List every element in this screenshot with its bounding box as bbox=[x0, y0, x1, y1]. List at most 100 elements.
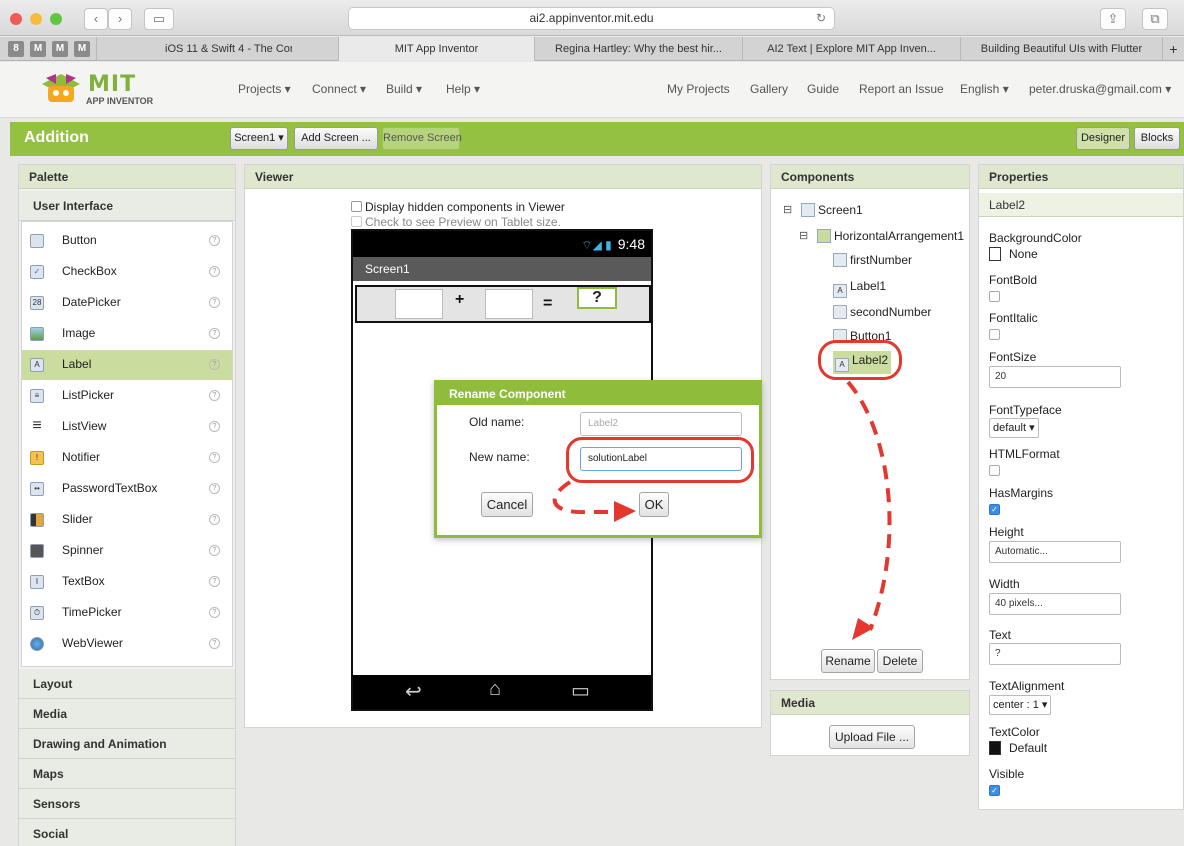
help-icon[interactable]: ? bbox=[209, 545, 220, 556]
designer-button[interactable]: Designer bbox=[1076, 127, 1130, 150]
link-gallery[interactable]: Gallery bbox=[750, 82, 788, 96]
font-italic-checkbox[interactable] bbox=[989, 329, 1000, 340]
palette-section-layout[interactable]: Layout bbox=[19, 669, 235, 699]
new-tab-button[interactable]: + bbox=[1162, 37, 1184, 61]
palette-section-media[interactable]: Media bbox=[19, 699, 235, 729]
tree-node-second-number[interactable]: secondNumber bbox=[833, 305, 931, 319]
equals-button-preview[interactable]: = bbox=[543, 295, 552, 313]
help-icon[interactable]: ? bbox=[209, 266, 220, 277]
menu-projects[interactable]: Projects ▾ bbox=[238, 82, 291, 96]
help-icon[interactable]: ? bbox=[209, 514, 220, 525]
forward-button[interactable]: › bbox=[108, 8, 132, 30]
help-icon[interactable]: ? bbox=[209, 607, 220, 618]
width-input[interactable]: 40 pixels... bbox=[989, 593, 1121, 615]
label2-preview[interactable]: ? bbox=[577, 287, 617, 309]
palette-section-drawing-animation[interactable]: Drawing and Animation bbox=[19, 729, 235, 759]
help-icon[interactable]: ? bbox=[209, 235, 220, 246]
html-format-checkbox[interactable] bbox=[989, 465, 1000, 476]
checkbox-box[interactable] bbox=[351, 201, 362, 212]
palette-section-maps[interactable]: Maps bbox=[19, 759, 235, 789]
help-icon[interactable]: ? bbox=[209, 328, 220, 339]
font-size-input[interactable]: 20 bbox=[989, 366, 1121, 388]
add-screen-button[interactable]: Add Screen ... bbox=[294, 127, 378, 150]
remove-screen-button[interactable]: Remove Screen bbox=[382, 127, 462, 150]
help-icon[interactable]: ? bbox=[209, 359, 220, 370]
palette-section-user-interface[interactable]: User Interface bbox=[19, 191, 235, 221]
blocks-button[interactable]: Blocks bbox=[1134, 127, 1180, 150]
palette-item-timepicker[interactable]: ⏱ TimePicker ? bbox=[22, 598, 232, 628]
address-bar[interactable]: ai2.appinventor.mit.edu ↻ bbox=[348, 7, 835, 30]
help-icon[interactable]: ? bbox=[209, 421, 220, 432]
font-typeface-select[interactable]: default ▾ bbox=[989, 418, 1039, 438]
text-alignment-select[interactable]: center : 1 ▾ bbox=[989, 695, 1052, 715]
help-icon[interactable]: ? bbox=[209, 452, 220, 463]
palette-item-spinner[interactable]: Spinner ? bbox=[22, 536, 232, 566]
upload-file-button[interactable]: Upload File ... bbox=[829, 725, 915, 749]
palette-item-label[interactable]: A Label ? bbox=[22, 350, 232, 380]
tablet-preview-checkbox[interactable]: Check to see Preview on Tablet size. bbox=[351, 215, 561, 229]
background-color-value[interactable]: None bbox=[1009, 247, 1038, 261]
delete-button[interactable]: Delete bbox=[877, 649, 923, 673]
reload-icon[interactable]: ↻ bbox=[816, 8, 826, 29]
help-icon[interactable]: ? bbox=[209, 576, 220, 587]
language-menu[interactable]: English ▾ bbox=[960, 82, 1009, 96]
mit-app-inventor-logo[interactable]: MIT APP INVENTOR bbox=[40, 70, 170, 110]
palette-item-webviewer[interactable]: WebViewer ? bbox=[22, 629, 232, 659]
background-color-swatch[interactable] bbox=[989, 247, 1001, 261]
rename-button[interactable]: Rename bbox=[821, 649, 875, 673]
display-hidden-checkbox[interactable]: Display hidden components in Viewer bbox=[351, 200, 565, 214]
help-icon[interactable]: ? bbox=[209, 483, 220, 494]
first-number-textbox-preview[interactable] bbox=[395, 289, 443, 319]
collapse-screen1-icon[interactable]: ⊟ bbox=[783, 203, 792, 216]
back-button[interactable]: ‹ bbox=[84, 8, 108, 30]
cancel-button[interactable]: Cancel bbox=[481, 492, 533, 517]
link-my-projects[interactable]: My Projects bbox=[667, 82, 730, 96]
plus-label-preview[interactable]: + bbox=[455, 291, 464, 309]
tab-flutter[interactable]: Building Beautiful UIs with Flutter bbox=[960, 37, 1162, 61]
tab-regina-hartley[interactable]: Regina Hartley: Why the best hir... bbox=[534, 37, 742, 61]
palette-section-social[interactable]: Social bbox=[19, 819, 235, 846]
palette-section-sensors[interactable]: Sensors bbox=[19, 789, 235, 819]
visible-checkbox[interactable]: ✓ bbox=[989, 785, 1000, 796]
height-input[interactable]: Automatic... bbox=[989, 541, 1121, 563]
ok-button[interactable]: OK bbox=[639, 492, 669, 517]
second-number-textbox-preview[interactable] bbox=[485, 289, 533, 319]
palette-item-button[interactable]: Button ? bbox=[22, 226, 232, 256]
text-color-swatch[interactable] bbox=[989, 741, 1001, 755]
checkbox-box[interactable] bbox=[351, 216, 362, 227]
has-margins-checkbox[interactable]: ✓ bbox=[989, 504, 1000, 515]
text-color-value[interactable]: Default bbox=[1009, 741, 1047, 755]
link-report-issue[interactable]: Report an Issue bbox=[859, 82, 944, 96]
palette-item-textbox[interactable]: I TextBox ? bbox=[22, 567, 232, 597]
palette-item-passwordtextbox[interactable]: •• PasswordTextBox ? bbox=[22, 474, 232, 504]
collapse-arrangement-icon[interactable]: ⊟ bbox=[799, 229, 808, 242]
tab-ios-course[interactable]: iOS 11 & Swift 4 - The Complete... bbox=[96, 37, 292, 61]
palette-item-slider[interactable]: Slider ? bbox=[22, 505, 232, 535]
account-menu[interactable]: peter.druska@gmail.com ▾ bbox=[1029, 82, 1171, 96]
tree-node-label1[interactable]: A Label1 bbox=[833, 279, 886, 298]
tab-app-inventor[interactable]: MIT App Inventor bbox=[338, 37, 534, 61]
sidebar-toggle-button[interactable]: ▭ bbox=[144, 8, 174, 30]
tab-ai2-text[interactable]: AI2 Text | Explore MIT App Inven... bbox=[742, 37, 960, 61]
tree-node-horizontal-arrangement[interactable]: HorizontalArrangement1 bbox=[817, 229, 964, 243]
help-icon[interactable]: ? bbox=[209, 638, 220, 649]
palette-item-notifier[interactable]: ! Notifier ? bbox=[22, 443, 232, 473]
zoom-window-button[interactable] bbox=[50, 13, 62, 25]
help-icon[interactable]: ? bbox=[209, 297, 220, 308]
palette-item-checkbox[interactable]: ✓ CheckBox ? bbox=[22, 257, 232, 287]
pinned-tab[interactable]: M bbox=[74, 41, 90, 57]
menu-connect[interactable]: Connect ▾ bbox=[312, 82, 366, 96]
menu-build[interactable]: Build ▾ bbox=[386, 82, 422, 96]
text-input[interactable]: ? bbox=[989, 643, 1121, 665]
font-bold-checkbox[interactable] bbox=[989, 291, 1000, 302]
minimize-window-button[interactable] bbox=[30, 13, 42, 25]
share-button[interactable]: ⇪ bbox=[1100, 8, 1126, 30]
show-tabs-button[interactable]: ⧉ bbox=[1142, 8, 1168, 30]
help-icon[interactable]: ? bbox=[209, 390, 220, 401]
pinned-tab[interactable]: 8 bbox=[8, 41, 24, 57]
horizontal-arrangement-preview[interactable]: + = ? bbox=[355, 285, 651, 323]
link-guide[interactable]: Guide bbox=[807, 82, 839, 96]
pinned-tab[interactable]: M bbox=[52, 41, 68, 57]
palette-item-listpicker[interactable]: ≡ ListPicker ? bbox=[22, 381, 232, 411]
pinned-tab[interactable]: M bbox=[30, 41, 46, 57]
